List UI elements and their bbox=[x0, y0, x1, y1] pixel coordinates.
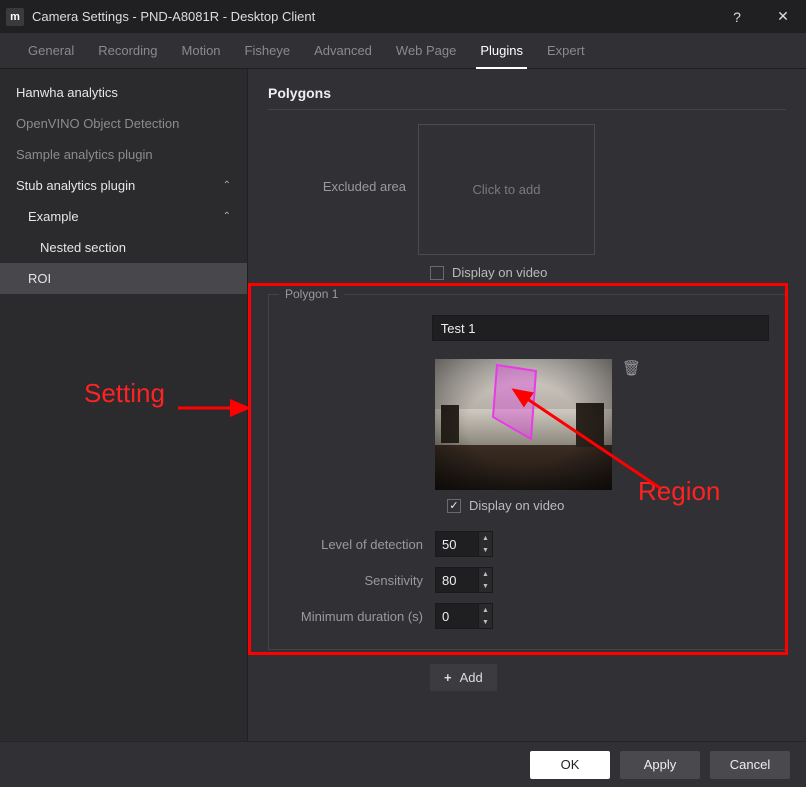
polygon-name-input[interactable] bbox=[432, 315, 769, 341]
tab-general[interactable]: General bbox=[16, 33, 86, 69]
display-on-video-label: Display on video bbox=[452, 265, 547, 280]
polygon-1-legend: Polygon 1 bbox=[279, 287, 344, 301]
tab-expert[interactable]: Expert bbox=[535, 33, 597, 69]
chevron-up-icon: ⌃ bbox=[223, 211, 231, 222]
tab-fisheye[interactable]: Fisheye bbox=[233, 33, 303, 69]
add-polygon-button[interactable]: + Add bbox=[430, 664, 497, 691]
cancel-button[interactable]: Cancel bbox=[710, 751, 790, 779]
spacer bbox=[285, 349, 435, 353]
display-on-video-label-2: Display on video bbox=[469, 498, 564, 513]
sidebar-item-sample[interactable]: Sample analytics plugin bbox=[0, 139, 247, 170]
sidebar-item-hanwha[interactable]: Hanwha analytics bbox=[0, 77, 247, 108]
level-of-detection-spinner[interactable]: ▲▼ bbox=[435, 531, 493, 557]
level-of-detection-input[interactable] bbox=[435, 531, 479, 557]
apply-button[interactable]: Apply bbox=[620, 751, 700, 779]
tab-recording[interactable]: Recording bbox=[86, 33, 169, 69]
min-duration-label: Minimum duration (s) bbox=[285, 609, 435, 624]
spin-down-icon[interactable]: ▼ bbox=[479, 580, 492, 592]
spacer bbox=[285, 315, 432, 319]
titlebar: m Camera Settings - PND-A8081R - Desktop… bbox=[0, 0, 806, 33]
sidebar-label: Stub analytics plugin bbox=[16, 178, 135, 193]
plus-icon: + bbox=[444, 670, 452, 685]
sidebar-label: Example bbox=[28, 209, 79, 224]
polygons-title: Polygons bbox=[268, 85, 786, 110]
tab-plugins[interactable]: Plugins bbox=[468, 33, 535, 69]
sidebar-label: Sample analytics plugin bbox=[16, 147, 153, 162]
display-on-video-checkbox-polygon1[interactable] bbox=[447, 499, 461, 513]
help-button[interactable]: ? bbox=[714, 0, 760, 33]
sidebar-item-roi[interactable]: ROI bbox=[0, 263, 247, 294]
tab-advanced[interactable]: Advanced bbox=[302, 33, 384, 69]
spin-down-icon[interactable]: ▼ bbox=[479, 544, 492, 556]
level-of-detection-label: Level of detection bbox=[285, 537, 435, 552]
sidebar-item-nested[interactable]: Nested section bbox=[0, 232, 247, 263]
add-button-label: Add bbox=[460, 670, 483, 685]
trash-icon[interactable]: 🗑 bbox=[622, 359, 641, 377]
polygon-1-fieldset: Polygon 1 bbox=[268, 294, 786, 650]
spin-up-icon[interactable]: ▲ bbox=[479, 604, 492, 616]
sidebar: Hanwha analytics OpenVINO Object Detecti… bbox=[0, 69, 248, 741]
min-duration-input[interactable] bbox=[435, 603, 479, 629]
app-icon: m bbox=[6, 8, 24, 26]
spin-up-icon[interactable]: ▲ bbox=[479, 532, 492, 544]
sidebar-label: Hanwha analytics bbox=[16, 85, 118, 100]
sidebar-label: OpenVINO Object Detection bbox=[16, 116, 179, 131]
content-area: Hanwha analytics OpenVINO Object Detecti… bbox=[0, 69, 806, 741]
sensitivity-spinner[interactable]: ▲▼ bbox=[435, 567, 493, 593]
ok-button[interactable]: OK bbox=[530, 751, 610, 779]
display-on-video-checkbox-excluded[interactable] bbox=[430, 266, 444, 280]
sidebar-item-example[interactable]: Example ⌃ bbox=[0, 201, 247, 232]
polygon-preview[interactable] bbox=[435, 359, 612, 490]
excluded-area-add-box[interactable]: Click to add bbox=[418, 124, 595, 255]
spin-up-icon[interactable]: ▲ bbox=[479, 568, 492, 580]
main-panel: Polygons Excluded area Click to add Disp… bbox=[248, 69, 806, 741]
min-duration-spinner[interactable]: ▲▼ bbox=[435, 603, 493, 629]
window-title: Camera Settings - PND-A8081R - Desktop C… bbox=[32, 9, 714, 24]
tab-motion[interactable]: Motion bbox=[170, 33, 233, 69]
tab-bar: General Recording Motion Fisheye Advance… bbox=[0, 33, 806, 69]
tab-web-page[interactable]: Web Page bbox=[384, 33, 468, 69]
sidebar-item-openvino[interactable]: OpenVINO Object Detection bbox=[0, 108, 247, 139]
excluded-area-label: Excluded area bbox=[268, 124, 418, 194]
sensitivity-input[interactable] bbox=[435, 567, 479, 593]
sensitivity-label: Sensitivity bbox=[285, 573, 435, 588]
sidebar-item-stub[interactable]: Stub analytics plugin ⌃ bbox=[0, 170, 247, 201]
click-to-add-text: Click to add bbox=[473, 182, 541, 197]
chevron-up-icon: ⌃ bbox=[223, 180, 231, 191]
dialog-footer: OK Apply Cancel bbox=[0, 741, 806, 787]
polygon-region-shape bbox=[491, 363, 551, 445]
spin-down-icon[interactable]: ▼ bbox=[479, 616, 492, 628]
close-button[interactable]: ✕ bbox=[760, 0, 806, 33]
